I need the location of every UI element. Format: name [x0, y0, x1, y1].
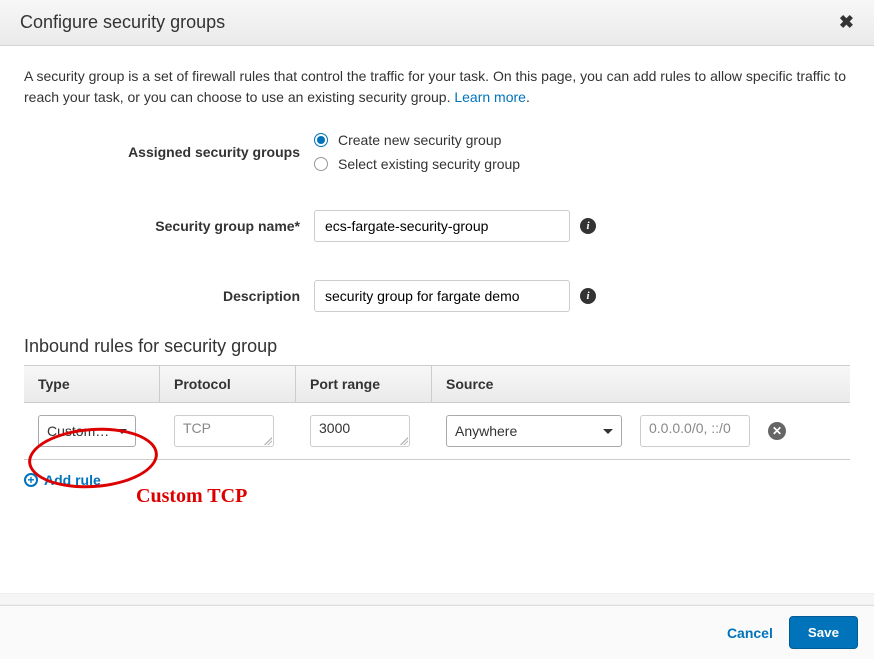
add-rule-label: Add rule: [44, 472, 101, 488]
cidr-field: 0.0.0.0/0, ::/0: [640, 415, 750, 447]
info-icon[interactable]: i: [580, 218, 596, 234]
sg-name-input[interactable]: [314, 210, 570, 242]
intro-text: A security group is a set of firewall ru…: [24, 66, 850, 108]
chevron-down-icon: [603, 429, 613, 434]
col-protocol-header: Protocol: [160, 366, 296, 402]
horizontal-scrollbar[interactable]: [0, 593, 874, 605]
protocol-field: TCP: [174, 415, 274, 447]
info-icon[interactable]: i: [580, 288, 596, 304]
col-source-header: Source: [432, 366, 850, 402]
sg-desc-label: Description: [24, 288, 314, 304]
plus-circle-icon: +: [24, 473, 38, 487]
add-rule-button[interactable]: + Add rule: [24, 472, 101, 488]
radio-select-existing[interactable]: Select existing security group: [314, 156, 520, 172]
col-port-header: Port range: [296, 366, 432, 402]
dialog-header: Configure security groups ✖: [0, 0, 874, 46]
sg-desc-row: Description i: [24, 280, 850, 312]
source-select-value: Anywhere: [455, 423, 517, 439]
radio-create-label: Create new security group: [338, 132, 501, 148]
sg-name-label: Security group name*: [24, 218, 314, 234]
type-select[interactable]: Custom…: [38, 415, 136, 447]
resize-handle-icon: [264, 437, 272, 445]
chevron-down-icon: [117, 429, 127, 434]
cidr-value: 0.0.0.0/0, ::/0: [649, 420, 731, 436]
col-type-header: Type: [24, 366, 160, 402]
port-value: 3000: [319, 420, 350, 436]
rules-table: Type Protocol Port range Source Custom… …: [24, 365, 850, 460]
cancel-button[interactable]: Cancel: [727, 625, 773, 641]
rules-header-row: Type Protocol Port range Source: [24, 366, 850, 403]
close-icon[interactable]: ✖: [839, 12, 854, 33]
dialog-content: A security group is a set of firewall ru…: [0, 46, 874, 488]
radio-icon[interactable]: [314, 157, 328, 171]
source-select[interactable]: Anywhere: [446, 415, 622, 447]
protocol-value: TCP: [183, 420, 211, 436]
intro-body: A security group is a set of firewall ru…: [24, 68, 846, 105]
dialog-title: Configure security groups: [20, 12, 225, 33]
inbound-rules-title: Inbound rules for security group: [24, 336, 850, 357]
port-field[interactable]: 3000: [310, 415, 410, 447]
radio-group: Create new security group Select existin…: [314, 132, 520, 172]
remove-rule-icon[interactable]: ✕: [768, 422, 786, 440]
sg-desc-input[interactable]: [314, 280, 570, 312]
radio-icon[interactable]: [314, 133, 328, 147]
radio-select-label: Select existing security group: [338, 156, 520, 172]
radio-create-new[interactable]: Create new security group: [314, 132, 520, 148]
type-select-value: Custom…: [47, 423, 109, 439]
save-button[interactable]: Save: [789, 616, 858, 649]
sg-name-row: Security group name* i: [24, 210, 850, 242]
rule-row: Custom… TCP 3000 Anywhere: [24, 403, 850, 460]
resize-handle-icon: [400, 437, 408, 445]
assigned-groups-label: Assigned security groups: [24, 144, 314, 160]
annotation-label: Custom TCP: [136, 485, 247, 508]
dialog-footer: Cancel Save: [0, 605, 874, 659]
learn-more-link[interactable]: Learn more: [454, 89, 526, 105]
assigned-groups-row: Assigned security groups Create new secu…: [24, 132, 850, 172]
